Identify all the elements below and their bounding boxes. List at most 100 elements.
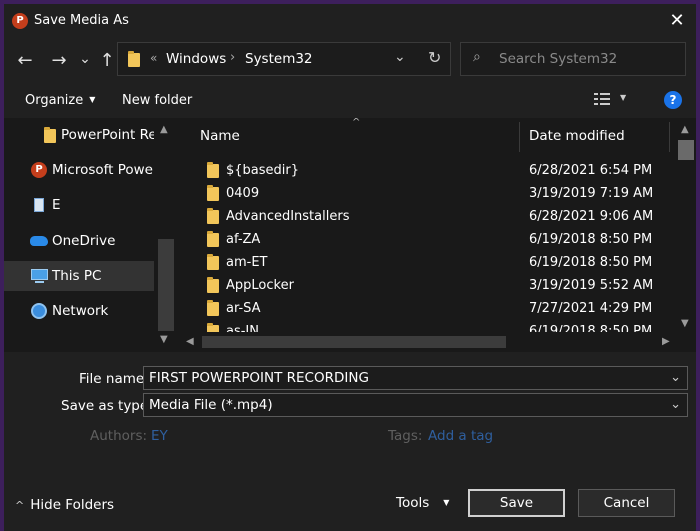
- save-options-panel: File name: FIRST POWERPOINT RECORDING ⌄ …: [4, 352, 696, 531]
- tags-label: Tags:: [388, 428, 423, 444]
- folder-icon: [207, 185, 219, 201]
- folder-icon: [207, 323, 219, 332]
- back-button[interactable]: ←: [14, 50, 36, 72]
- breadcrumb-system32[interactable]: System32: [245, 51, 313, 67]
- search-box[interactable]: ⌕ Search System32: [460, 42, 686, 76]
- folder-icon: [207, 277, 219, 293]
- view-dropdown-icon[interactable]: ▼: [620, 93, 626, 102]
- close-button[interactable]: ✕: [666, 10, 688, 32]
- authors-value[interactable]: EY: [151, 428, 168, 444]
- tags-input[interactable]: Add a tag: [428, 428, 493, 444]
- column-header-name[interactable]: Name: [200, 118, 240, 154]
- folder-icon: [207, 300, 219, 316]
- scroll-left-icon[interactable]: ◀: [186, 336, 194, 347]
- up-button[interactable]: ↑: [96, 50, 118, 72]
- window-title: Save Media As: [34, 13, 129, 28]
- recent-locations-button[interactable]: ⌄: [74, 48, 96, 70]
- help-button[interactable]: ?: [664, 91, 682, 109]
- chevron-down-icon[interactable]: ⌄: [670, 367, 681, 389]
- sort-ascending-icon: ^: [352, 118, 361, 128]
- scroll-right-icon[interactable]: ▶: [662, 336, 670, 347]
- sidebar-item-e[interactable]: E: [4, 190, 154, 220]
- save-as-type-select[interactable]: Media File (*.mp4) ⌄: [143, 393, 688, 417]
- sidebar-item-onedrive[interactable]: OneDrive: [4, 226, 154, 256]
- file-row[interactable]: am-ET 6/19/2018 8:50 PM: [180, 251, 674, 274]
- refresh-icon[interactable]: ↻: [428, 48, 441, 67]
- file-name: ar-SA: [226, 301, 261, 316]
- organize-button[interactable]: Organize ▼: [25, 93, 95, 108]
- file-list-horizontal-scrollbar[interactable]: ◀ ▶: [180, 332, 676, 352]
- navigation-pane: PowerPoint Reco P Microsoft PowerPo E On…: [4, 118, 176, 348]
- sidebar-item-label: Network: [52, 303, 109, 319]
- document-icon: [34, 198, 44, 212]
- file-name: am-ET: [226, 255, 268, 270]
- file-row[interactable]: AppLocker 3/19/2019 5:52 AM: [180, 274, 674, 297]
- scroll-down-icon[interactable]: ▼: [681, 318, 689, 329]
- save-button[interactable]: Save: [468, 489, 565, 517]
- cancel-button[interactable]: Cancel: [578, 489, 675, 517]
- view-options-icon[interactable]: [594, 91, 612, 107]
- chevron-down-icon[interactable]: ⌄: [670, 394, 681, 416]
- sidebar-item-network[interactable]: Network: [4, 296, 154, 326]
- sidebar-scroll-thumb[interactable]: [158, 239, 174, 331]
- file-row[interactable]: af-ZA 6/19/2018 8:50 PM: [180, 228, 674, 251]
- file-row[interactable]: AdvancedInstallers 6/28/2021 9:06 AM: [180, 205, 674, 228]
- command-bar: Organize ▼ New folder ▼ ?: [4, 84, 696, 118]
- sidebar-item-label: OneDrive: [52, 233, 116, 249]
- powerpoint-icon: P: [12, 13, 28, 29]
- file-list: ^ Name Date modified ${basedir} 6/28/202…: [180, 118, 674, 332]
- sidebar-item-label: E: [52, 197, 61, 213]
- search-icon: ⌕: [473, 49, 481, 65]
- address-bar[interactable]: « Windows › System32 ⌄ ↻: [117, 42, 451, 76]
- sidebar-item-microsoft-powerpoint[interactable]: P Microsoft PowerPo: [4, 155, 154, 185]
- scroll-up-icon[interactable]: ▲: [160, 124, 168, 135]
- authors-label: Authors:: [90, 428, 148, 444]
- folder-icon: [44, 127, 56, 143]
- file-name: ${basedir}: [226, 163, 300, 178]
- address-dropdown-icon[interactable]: ⌄: [394, 49, 406, 65]
- scroll-up-icon[interactable]: ▲: [681, 124, 689, 135]
- column-divider[interactable]: [669, 122, 670, 152]
- folder-icon: [128, 51, 140, 67]
- tools-label: Tools: [396, 495, 430, 511]
- breadcrumb-windows[interactable]: Windows: [166, 51, 226, 67]
- file-name-label: File name:: [79, 371, 149, 387]
- file-date: 6/28/2021 9:06 AM: [529, 209, 654, 224]
- vertical-scroll-thumb[interactable]: [678, 140, 694, 160]
- sidebar-item-label: Microsoft PowerPo: [52, 162, 154, 178]
- scroll-down-icon[interactable]: ▼: [160, 334, 168, 345]
- forward-button[interactable]: →: [48, 50, 70, 72]
- chevron-right-icon: ›: [230, 50, 236, 65]
- sidebar-item-powerpoint-recordings[interactable]: PowerPoint Reco: [4, 120, 154, 150]
- breadcrumb-overflow[interactable]: «: [150, 51, 157, 65]
- horizontal-scroll-thumb[interactable]: [202, 336, 506, 348]
- save-dialog: P Save Media As ✕ ← → ⌄ ↑ « Windows › Sy…: [0, 0, 700, 531]
- dropdown-arrow-icon: ▼: [89, 95, 96, 104]
- file-row[interactable]: as-IN 6/19/2018 8:50 PM: [180, 320, 674, 332]
- file-name: AppLocker: [226, 278, 294, 293]
- cloud-icon: [30, 236, 48, 246]
- file-date: 6/19/2018 8:50 PM: [529, 324, 653, 332]
- file-date: 3/19/2019 7:19 AM: [529, 186, 654, 201]
- file-name-input[interactable]: FIRST POWERPOINT RECORDING ⌄: [143, 366, 688, 390]
- hide-folders-button[interactable]: ^ Hide Folders: [15, 497, 114, 513]
- sidebar-item-this-pc[interactable]: This PC: [4, 261, 154, 291]
- file-date: 6/28/2021 6:54 PM: [529, 163, 653, 178]
- search-input[interactable]: Search System32: [499, 51, 617, 67]
- tools-button[interactable]: Tools ▼: [396, 495, 449, 511]
- file-row[interactable]: ar-SA 7/27/2021 4:29 PM: [180, 297, 674, 320]
- file-date: 6/19/2018 8:50 PM: [529, 232, 653, 247]
- column-divider[interactable]: [519, 122, 520, 152]
- column-header-date-modified[interactable]: Date modified: [529, 118, 625, 154]
- navigation-bar: ← → ⌄ ↑ « Windows › System32 ⌄ ↻ ⌕ Searc…: [4, 38, 696, 84]
- file-row[interactable]: 0409 3/19/2019 7:19 AM: [180, 182, 674, 205]
- file-list-vertical-scrollbar[interactable]: ▲ ▼: [676, 118, 696, 332]
- folder-icon: [207, 208, 219, 224]
- file-date: 7/27/2021 4:29 PM: [529, 301, 653, 316]
- file-name: AdvancedInstallers: [226, 209, 350, 224]
- file-row[interactable]: ${basedir} 6/28/2021 6:54 PM: [180, 159, 674, 182]
- dropdown-arrow-icon: ▼: [443, 498, 450, 507]
- sidebar-item-label: This PC: [52, 268, 102, 284]
- new-folder-button[interactable]: New folder: [122, 93, 192, 108]
- file-date: 3/19/2019 5:52 AM: [529, 278, 654, 293]
